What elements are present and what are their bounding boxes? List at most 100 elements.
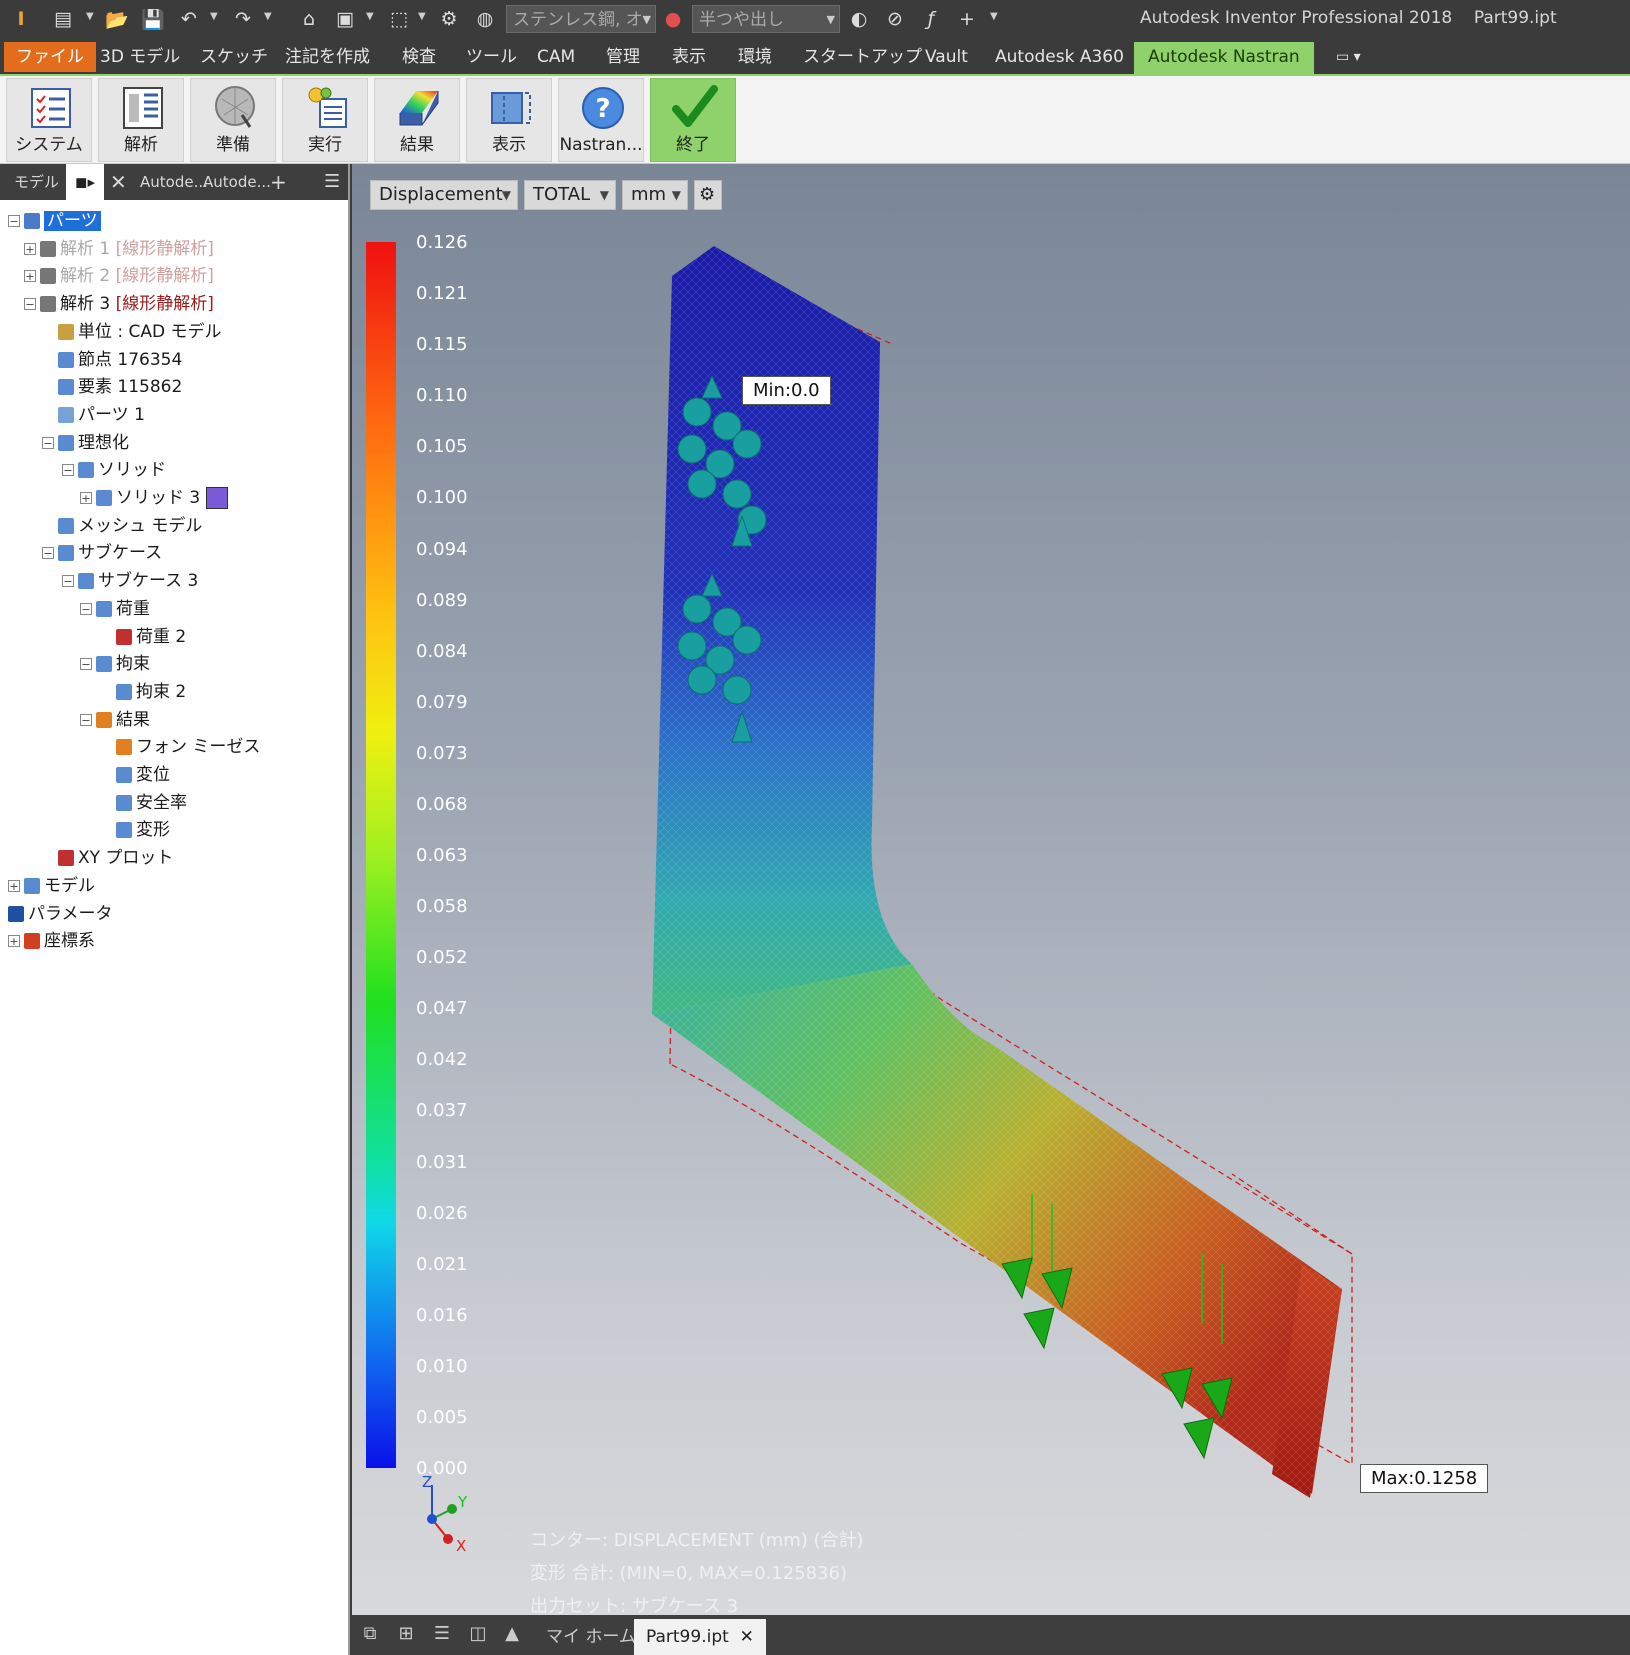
tree-item-constraints[interactable]: − 拘束 [80,651,150,677]
tree-item-safety-factor[interactable]: 安全率 [116,790,187,816]
part-document-tab[interactable]: Part99.ipt ✕ [634,1619,766,1655]
tab-inspect[interactable]: 検査 [402,43,436,71]
tab-autodesk-nastran[interactable]: Autodesk Nastran [1134,42,1314,74]
tree-item-coordinate-system[interactable]: + 座標系 [8,928,95,954]
tab-autodesk-1[interactable]: Autode... [140,164,208,200]
tile-windows-icon[interactable]: ⊞ [394,1623,418,1647]
tree-item-load-2[interactable]: 荷重 2 [116,624,186,650]
expand-toggle-icon[interactable]: − [8,215,20,227]
new-file-icon[interactable]: ▤ [50,6,76,32]
clear-appearance-icon[interactable]: ⊘ [882,6,908,32]
add-icon[interactable]: + [954,6,980,32]
nastran-help-button[interactable]: ? Nastran... [558,78,644,162]
tab-view[interactable]: 表示 [672,43,706,71]
tab-cam[interactable]: CAM [537,43,575,71]
material-icon[interactable]: ◍ [472,6,498,32]
open-icon[interactable]: 📂 [104,6,130,32]
tree-item-analysis-1[interactable]: + 解析 1 [線形静解析] [24,236,214,262]
parameters-fx-icon[interactable]: ƒ [918,6,944,32]
print-dropdown-icon[interactable]: ▼ [366,11,374,22]
camera-tab-icon[interactable]: ◼▸ [66,164,104,200]
tree-item-analysis-3[interactable]: − 解析 3 [線形静解析] [24,291,214,317]
expand-toggle-icon[interactable]: + [8,879,20,892]
tree-item-constraint-2[interactable]: 拘束 2 [116,679,186,705]
tree-item-model[interactable]: + モデル [8,873,95,899]
expand-toggle-icon[interactable]: − [62,575,74,588]
my-home-tab[interactable]: マイ ホーム [534,1619,648,1655]
tab-environments[interactable]: 環境 [738,43,772,71]
tab-vault[interactable]: Vault [925,43,968,71]
close-tab-icon[interactable]: ✕ [110,164,127,200]
tile-horizontal-icon[interactable]: ☰ [430,1623,454,1647]
expand-toggle-icon[interactable]: − [42,436,54,449]
undo-icon[interactable]: ↶ [176,6,202,32]
redo-icon[interactable]: ↷ [230,6,256,32]
tab-annotate[interactable]: 注記を作成 [285,43,370,71]
expand-toggle-icon[interactable]: + [24,270,36,283]
tree-item-analysis-2[interactable]: + 解析 2 [線形静解析] [24,263,214,289]
tile-vertical-icon[interactable]: ◫ [466,1623,490,1647]
tree-item-loads[interactable]: − 荷重 [80,596,150,622]
tree-item-solid-3[interactable]: + ソリッド 3 [80,485,229,511]
prepare-button[interactable]: 準備 [190,78,276,162]
expand-toggle-icon[interactable]: − [80,713,92,726]
cascade-windows-icon[interactable]: ⧉ [358,1623,382,1647]
tree-item-parameters[interactable]: パラメータ [8,901,113,927]
solid-color-swatch[interactable] [206,487,229,509]
ribbon-display-options-icon[interactable]: ▭ ▾ [1336,43,1361,71]
tree-item-solid[interactable]: − ソリッド [62,457,166,483]
tab-tools[interactable]: ツール [466,43,517,71]
adjust-appearance-icon[interactable]: ◐ [846,6,872,32]
tab-3d-model[interactable]: 3D モデル [100,43,180,71]
analysis-button[interactable]: 解析 [98,78,184,162]
expand-toggle-icon[interactable]: − [42,547,54,560]
expand-toggle-icon[interactable]: + [8,935,20,948]
tree-item-units[interactable]: 単位 : CAD モデル [58,319,222,345]
customize-dropdown-icon[interactable]: ▼ [990,11,998,22]
run-button[interactable]: 実行 [282,78,368,162]
tree-item-part-1[interactable]: パーツ 1 [58,402,145,428]
tree-item-deformation[interactable]: 変形 [116,817,170,843]
tab-file[interactable]: ファイル [4,42,96,72]
redo-dropdown-icon[interactable]: ▼ [264,11,272,22]
tree-item-mesh-model[interactable]: メッシュ モデル [58,513,202,539]
tree-item-subcase-3[interactable]: − サブケース 3 [62,568,198,594]
expand-toggle-icon[interactable]: + [24,242,36,255]
expand-toggle-icon[interactable]: − [80,602,92,615]
close-document-icon[interactable]: ✕ [740,1627,754,1647]
color-wheel-icon[interactable]: ● [660,6,686,32]
add-tab-icon[interactable]: + [270,164,287,200]
expand-toggle-icon[interactable]: + [80,492,92,504]
graphics-viewport[interactable]: Displacement ▼ TOTAL ▼ mm ▼ ⚙ 0.126 0.121 0.1… [352,164,1630,1615]
tab-a360[interactable]: Autodesk A360 [995,43,1124,71]
tree-item-elements[interactable]: 要素 115862 [58,374,182,400]
finish-button[interactable]: 終了 [650,78,736,162]
menu-hamburger-icon[interactable]: ☰ [324,164,340,200]
tree-item-displacement[interactable]: 変位 [116,762,170,788]
tree-item-von-mises[interactable]: フォン ミーゼス [116,734,260,760]
select-dropdown-icon[interactable]: ▼ [418,11,426,22]
tab-manage[interactable]: 管理 [606,43,640,71]
update-icon[interactable]: ⚙ [436,6,462,32]
expand-toggle-icon[interactable]: − [80,658,92,671]
document-list-icon[interactable]: ▲ [500,1623,524,1647]
tree-item-nodes[interactable]: 節点 176354 [58,347,182,373]
expand-toggle-icon[interactable]: − [24,298,36,311]
save-icon[interactable]: 💾 [140,6,166,32]
system-button[interactable]: システム [6,78,92,162]
home-icon[interactable]: ⌂ [296,6,322,32]
material-combo[interactable]: ステンレス鋼, オ ▼ [506,5,656,33]
tree-item-xy-plot[interactable]: XY プロット [58,845,173,871]
appearance-combo[interactable]: 半つや出し ▼ [692,5,840,33]
inventor-logo-icon[interactable]: I [8,6,34,32]
tab-get-started[interactable]: スタートアップ [803,43,922,71]
tree-item-results[interactable]: − 結果 [80,707,150,733]
tree-item-parts-root[interactable]: − パーツ [8,208,101,234]
display-button[interactable]: 表示 [466,78,552,162]
tree-item-idealization[interactable]: − 理想化 [42,430,129,456]
expand-toggle-icon[interactable]: − [62,464,74,477]
tab-sketch[interactable]: スケッチ [200,43,268,71]
new-dropdown-icon[interactable]: ▼ [86,11,94,22]
results-button[interactable]: 結果 [374,78,460,162]
tab-autodesk-2[interactable]: Autode... [203,164,271,200]
